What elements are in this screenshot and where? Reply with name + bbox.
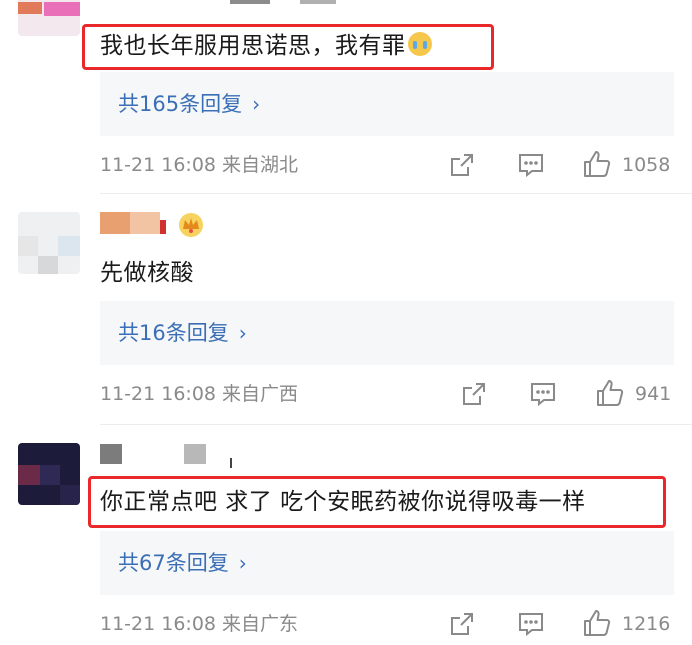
- replies-link[interactable]: 共67条回复 ›: [100, 531, 674, 595]
- chevron-right-icon: ›: [238, 551, 247, 575]
- comment-icon[interactable]: [530, 382, 556, 406]
- comment-meta: 11-21 16:08 来自湖北 1058: [100, 150, 680, 180]
- comment-text: 你正常点吧 求了 吃个安眠药被你说得吸毒一样: [100, 489, 586, 515]
- thumbs-up-icon[interactable]: [583, 150, 611, 178]
- like-count: 1058: [622, 154, 671, 176]
- replies-link[interactable]: 共16条回复 ›: [100, 301, 674, 365]
- avatar[interactable]: [18, 212, 80, 274]
- crying-emoji-icon: [407, 32, 432, 56]
- thumbs-up-icon[interactable]: [596, 379, 624, 407]
- comment-meta: 11-21 16:08 来自广西 941: [100, 379, 680, 409]
- comment-icon[interactable]: [518, 153, 544, 177]
- comment-text: 先做核酸: [100, 260, 194, 286]
- comment-meta: 11-21 16:08 来自广东 1216: [100, 609, 680, 639]
- thumbs-up-icon[interactable]: [583, 609, 611, 637]
- avatar[interactable]: [18, 0, 80, 36]
- share-icon[interactable]: [450, 612, 474, 636]
- comment-text: 我也长年服用思诺思，我有罪: [100, 31, 432, 61]
- divider: [100, 424, 692, 425]
- comment-icon[interactable]: [518, 612, 544, 636]
- like-count: 941: [635, 383, 672, 405]
- share-icon[interactable]: [462, 382, 486, 406]
- comment-time: 11-21 16:08 来自广西: [100, 383, 299, 405]
- replies-label: 共165条回复: [118, 92, 243, 116]
- divider: [100, 193, 692, 194]
- crown-icon: [178, 212, 204, 238]
- share-icon[interactable]: [450, 153, 474, 177]
- chevron-right-icon: ›: [252, 92, 261, 116]
- replies-label: 共16条回复: [118, 321, 229, 345]
- chevron-right-icon: ›: [238, 321, 247, 345]
- comment-time: 11-21 16:08 来自广东: [100, 613, 299, 635]
- replies-link[interactable]: 共165条回复 ›: [100, 72, 674, 136]
- like-count: 1216: [622, 613, 671, 635]
- comment-time: 11-21 16:08 来自湖北: [100, 154, 299, 176]
- replies-label: 共67条回复: [118, 551, 229, 575]
- avatar[interactable]: [18, 443, 80, 505]
